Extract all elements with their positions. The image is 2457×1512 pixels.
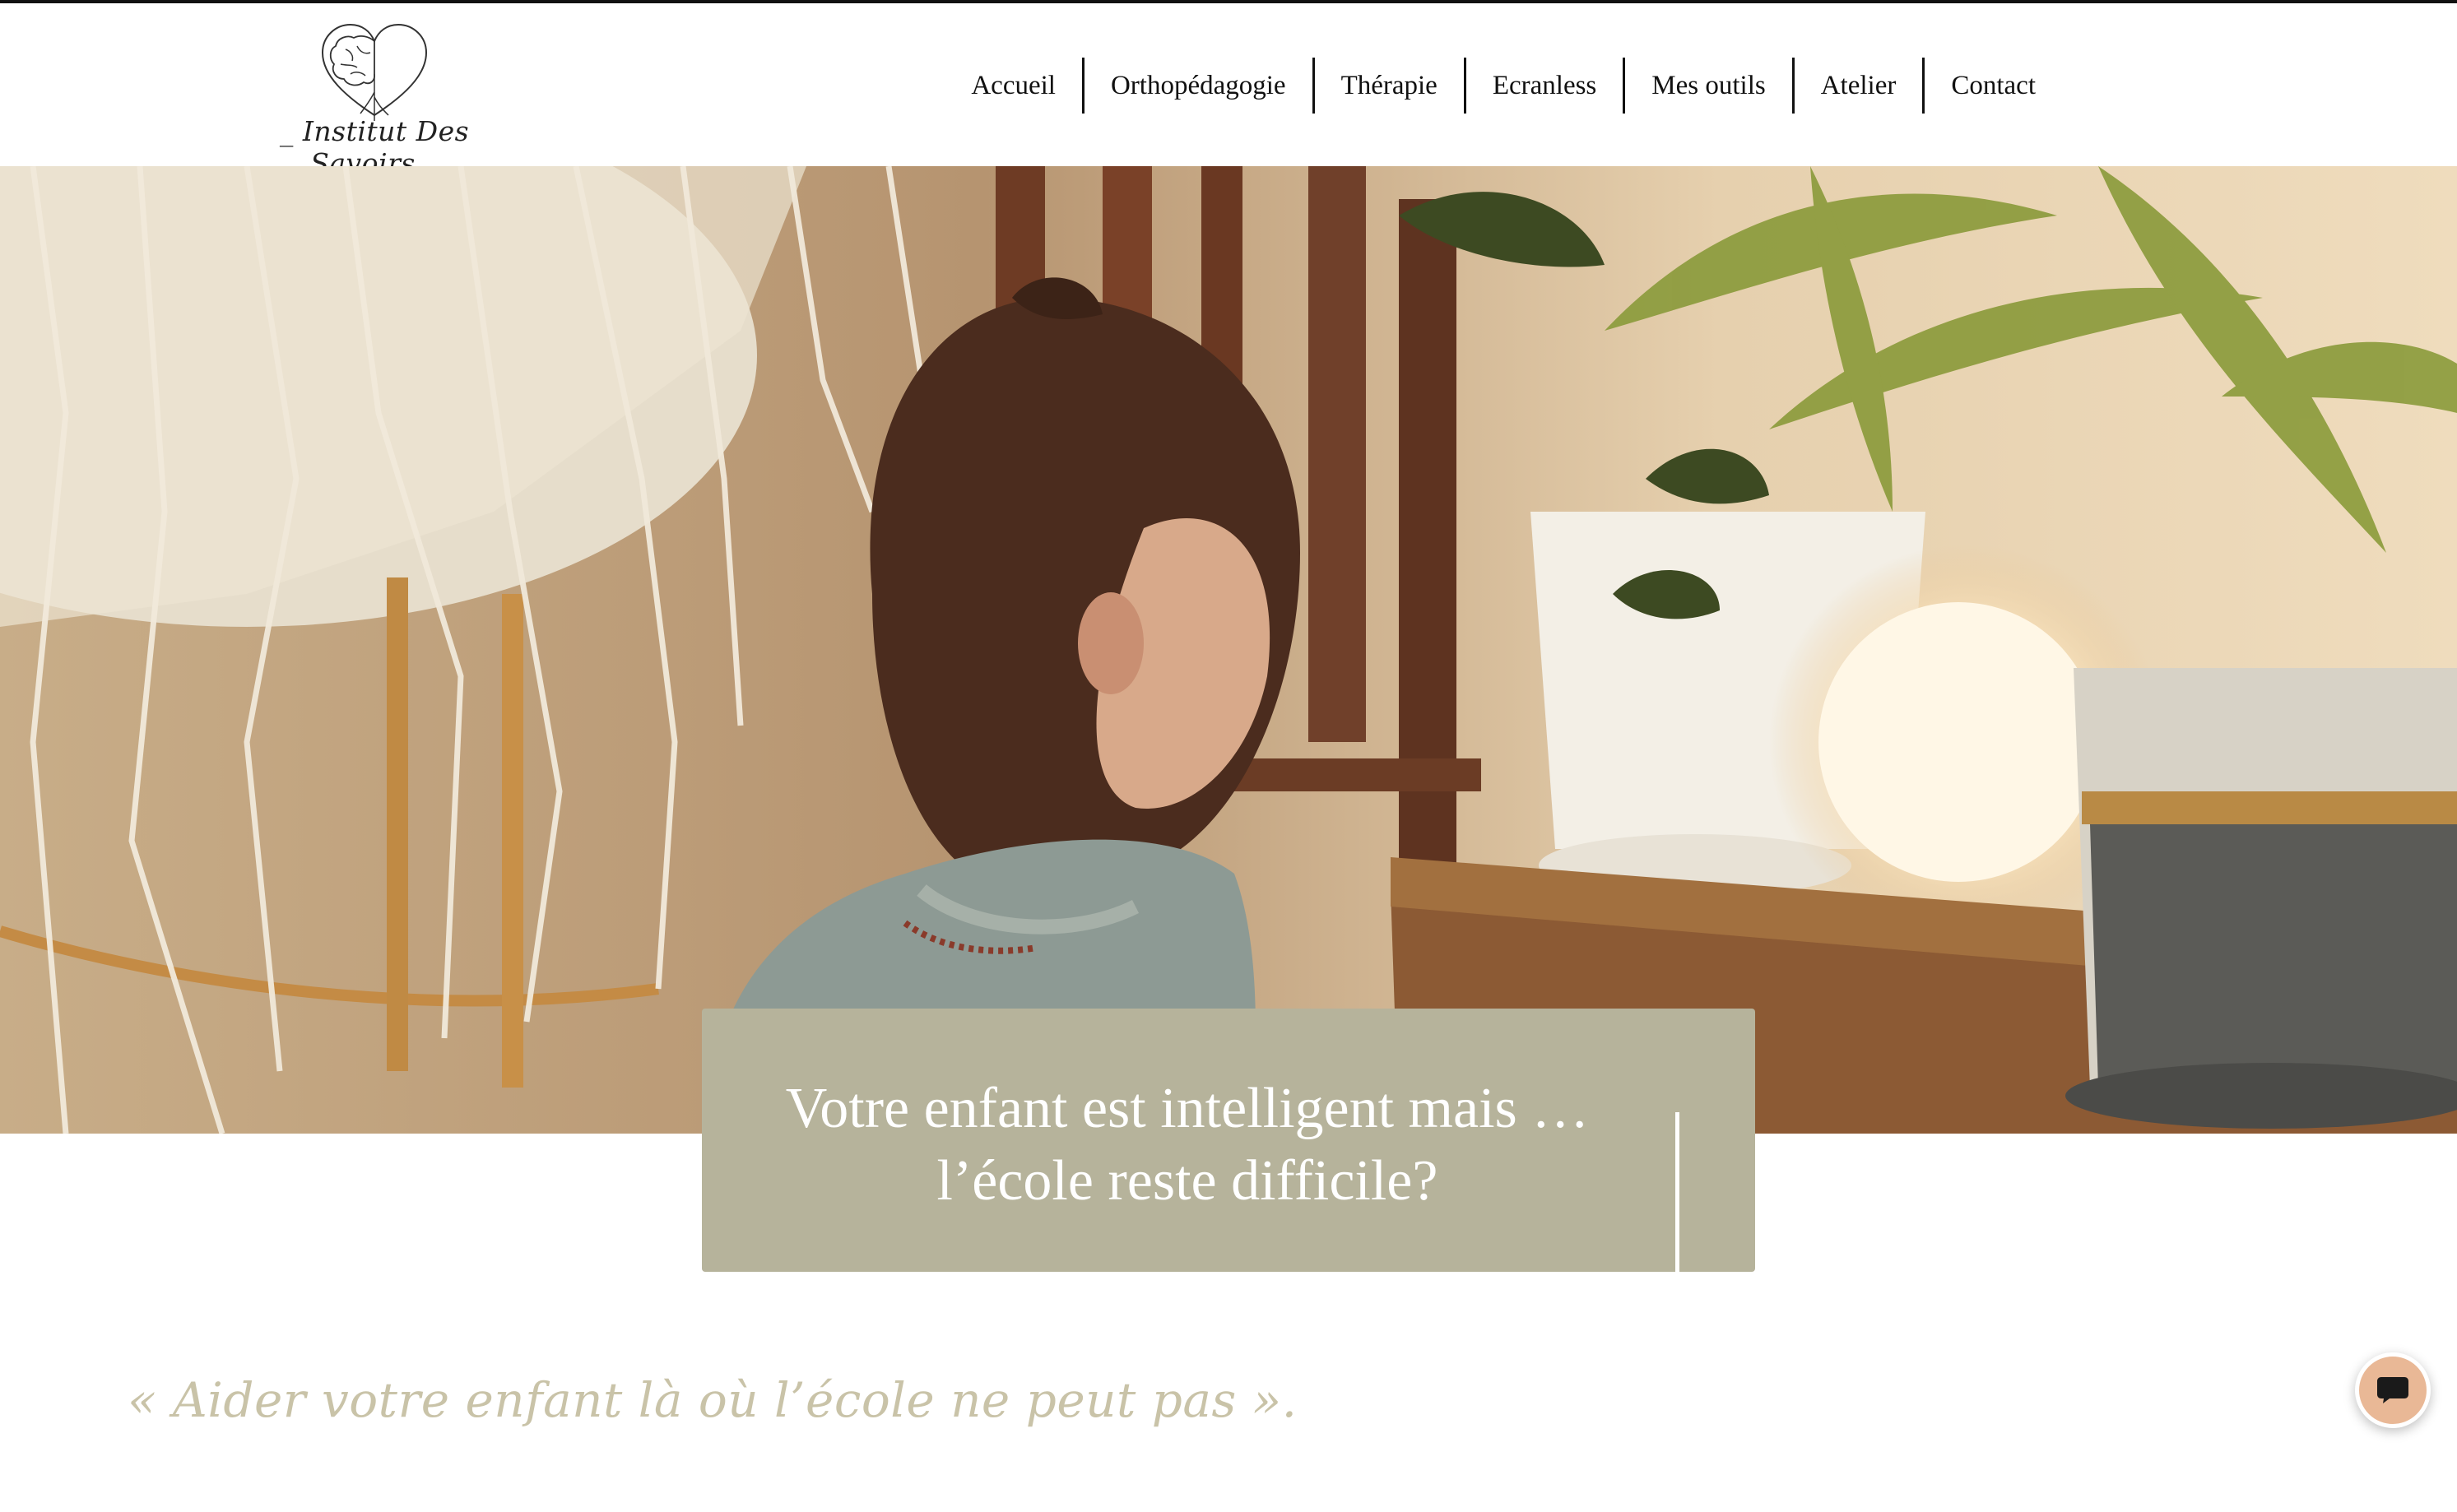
tagline-quote: « Aider votre enfant là où l’école ne pe… bbox=[128, 1372, 1298, 1428]
brain-heart-icon bbox=[321, 23, 428, 121]
hero-image bbox=[0, 166, 2457, 1134]
hero-headline: Votre enfant est intelligent mais … l’éc… bbox=[735, 1073, 1640, 1217]
hero-headline-line2: l’école reste difficile? bbox=[936, 1149, 1438, 1213]
chat-button[interactable] bbox=[2355, 1352, 2431, 1428]
nav-mes-outils[interactable]: Mes outils bbox=[1625, 58, 1795, 114]
main-nav: Accueil Orthopédagogie Thérapie Ecranles… bbox=[945, 58, 2062, 114]
nav-accueil[interactable]: Accueil bbox=[945, 58, 1085, 114]
nav-atelier[interactable]: Atelier bbox=[1795, 58, 1925, 114]
nav-contact[interactable]: Contact bbox=[1925, 58, 2062, 114]
nav-ecranless[interactable]: Ecranless bbox=[1466, 58, 1626, 114]
hero-photo-illustration bbox=[0, 166, 2457, 1134]
hero-callout: Votre enfant est intelligent mais … l’éc… bbox=[702, 1009, 1755, 1272]
site-logo[interactable]: _ Institut Des Savoirs _ bbox=[239, 18, 510, 179]
hero-headline-line1: Votre enfant est intelligent mais … bbox=[785, 1077, 1590, 1140]
chat-bubble-icon bbox=[2377, 1377, 2408, 1403]
nav-orthopedagogie[interactable]: Orthopédagogie bbox=[1085, 58, 1315, 114]
callout-accent-bar bbox=[1675, 1112, 1679, 1272]
nav-therapie[interactable]: Thérapie bbox=[1315, 58, 1466, 114]
site-header: _ Institut Des Savoirs _ Accueil Orthopé… bbox=[0, 3, 2457, 179]
